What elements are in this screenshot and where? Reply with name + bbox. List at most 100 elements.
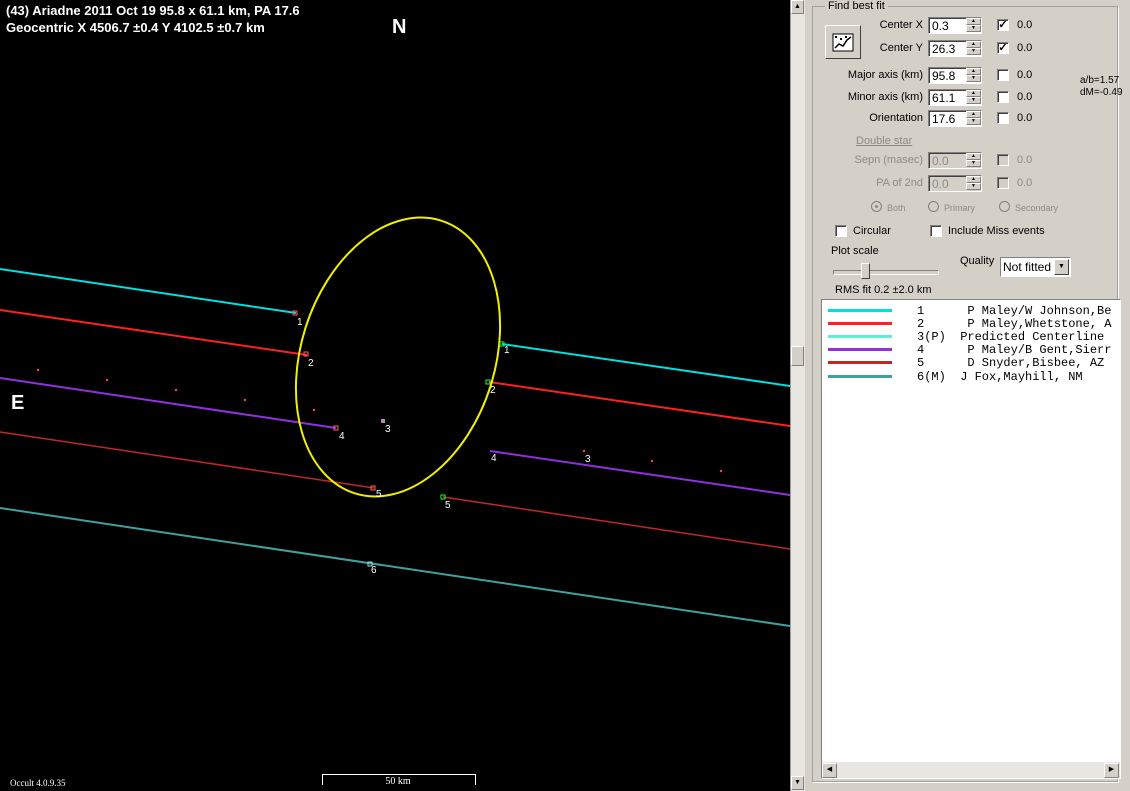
major-axis-label: Major axis (km) <box>847 69 923 81</box>
pa2-checkbox[interactable] <box>997 177 1009 189</box>
radio-secondary[interactable] <box>999 201 1010 212</box>
svg-text:5: 5 <box>445 500 451 511</box>
minor-axis-label: Minor axis (km) <box>847 91 923 103</box>
observer-list[interactable]: 1 P Maley/W Johnson,Be 2 P Maley,Whetsto… <box>821 299 1121 779</box>
occultation-plot[interactable]: 1 2 4 5 1 2 4 5 3 3 6 (43) Ariadne 2011 … <box>0 0 790 791</box>
version-label: Occult 4.0.9.35 <box>10 778 66 788</box>
minor-axis-checkbox[interactable] <box>997 91 1009 103</box>
line-swatch <box>828 322 892 325</box>
scroll-down-icon[interactable]: ▼ <box>791 776 804 790</box>
center-y-input[interactable]: 26.3 ▲ ▼ <box>928 40 982 57</box>
radio-primary[interactable] <box>928 201 939 212</box>
list-item[interactable]: 5 D Snyder,Bisbee, AZ <box>822 356 1120 370</box>
group-title: Find best fit <box>825 0 888 12</box>
svg-text:4: 4 <box>339 431 345 442</box>
quality-label: Quality <box>960 255 995 267</box>
sepn-input[interactable]: 0.0 ▲ ▼ <box>928 152 982 169</box>
list-item[interactable]: 3(P) Predicted Centerline <box>822 330 1120 344</box>
center-y-checkbox[interactable]: ✓ <box>997 42 1009 54</box>
scroll-right-icon[interactable]: ▶ <box>1104 763 1119 778</box>
scroll-up-icon[interactable]: ▲ <box>791 0 804 14</box>
scale-bar-label: 50 km <box>385 776 411 787</box>
center-y-offset: 0.0 <box>1017 42 1033 54</box>
spin-icon[interactable]: ▲ ▼ <box>966 153 981 168</box>
find-fit-button[interactable] <box>825 25 861 59</box>
scroll-thumb[interactable] <box>791 346 804 366</box>
sepn-checkbox[interactable] <box>997 154 1009 166</box>
list-item[interactable]: 4 P Maley/B Gent,Sierr <box>822 343 1120 357</box>
center-x-input[interactable]: 0.3 ▲ ▼ <box>928 17 982 34</box>
svg-text:2: 2 <box>308 358 314 369</box>
major-axis-offset: 0.0 <box>1017 69 1033 81</box>
minor-axis-offset: 0.0 <box>1017 91 1033 103</box>
svg-text:5: 5 <box>376 489 382 500</box>
ab-ratio: a/b=1.57 <box>1080 75 1120 86</box>
circular-checkbox[interactable] <box>835 225 847 237</box>
chord-4-west <box>0 377 337 429</box>
plot-scale-track[interactable] <box>833 270 939 275</box>
center-x-checkbox[interactable]: ✓ <box>997 19 1009 31</box>
center-y-label: Center Y <box>879 42 923 54</box>
chevron-down-icon[interactable]: ▼ <box>1054 259 1069 275</box>
line-swatch <box>828 361 892 364</box>
center-marker <box>381 419 385 423</box>
double-star-link[interactable]: Double star <box>856 135 912 147</box>
sepn-label: Sepn (masec) <box>854 154 923 166</box>
orientation-checkbox[interactable] <box>997 112 1009 124</box>
major-axis-checkbox[interactable] <box>997 69 1009 81</box>
major-axis-input[interactable]: 95.8 ▲ ▼ <box>928 67 982 84</box>
list-item[interactable]: 2 P Maley,Whetstone, A <box>822 317 1120 331</box>
predicted-centerline-dots <box>36 368 723 473</box>
chord-2-east <box>488 381 790 427</box>
find-best-fit-group: Find best fit Center X 0.3 ▲ ▼ ✓ 0.0 Cente… <box>812 0 1123 782</box>
chord-number-labels: 1 2 4 5 1 2 4 5 3 3 6 <box>297 317 591 576</box>
asteroid-profile-ellipse <box>294 216 502 498</box>
scroll-left-icon[interactable]: ◀ <box>822 763 837 778</box>
pa2-label: PA of 2nd <box>876 177 923 189</box>
radio-both-label: Both <box>887 203 906 213</box>
spin-icon[interactable]: ▲ ▼ <box>966 111 981 126</box>
chord-1-east <box>501 343 790 387</box>
spin-icon[interactable]: ▲ ▼ <box>966 18 981 33</box>
north-label: N <box>392 16 407 38</box>
fit-panel: Find best fit Center X 0.3 ▲ ▼ ✓ 0.0 Cente… <box>806 0 1130 791</box>
svg-text:4: 4 <box>491 453 497 464</box>
spin-icon[interactable]: ▲ ▼ <box>966 90 981 105</box>
list-item[interactable]: 1 P Maley/W Johnson,Be <box>822 304 1120 318</box>
chord-4-east <box>489 450 790 496</box>
svg-text:1: 1 <box>297 317 303 328</box>
fit-chart-icon <box>832 33 854 52</box>
pa2-offset: 0.0 <box>1017 177 1033 189</box>
center-x-label: Center X <box>879 19 923 31</box>
minor-axis-input[interactable]: 61.1 ▲ ▼ <box>928 89 982 106</box>
line-swatch <box>828 375 892 378</box>
plot-title: (43) Ariadne 2011 Oct 19 95.8 x 61.1 km,… <box>6 3 300 18</box>
chord-end-markers <box>292 310 505 567</box>
delta-magnitude: dM=-0.49 <box>1080 87 1123 98</box>
spin-icon[interactable]: ▲ ▼ <box>966 68 981 83</box>
east-label: E <box>11 392 25 414</box>
svg-text:2: 2 <box>490 385 496 396</box>
include-miss-checkbox[interactable] <box>930 225 942 237</box>
plot-scale-thumb[interactable] <box>861 263 870 279</box>
radio-primary-label: Primary <box>944 203 975 213</box>
orientation-label: Orientation <box>869 112 923 124</box>
chord-1-west <box>0 268 297 314</box>
radio-secondary-label: Secondary <box>1015 203 1059 213</box>
radio-both[interactable] <box>871 201 882 212</box>
orientation-input[interactable]: 17.6 ▲ ▼ <box>928 110 982 127</box>
svg-text:1: 1 <box>504 345 510 356</box>
plot-vertical-scrollbar[interactable]: ▲ ▼ <box>790 0 805 791</box>
spin-icon[interactable]: ▲ ▼ <box>966 176 981 191</box>
spin-icon[interactable]: ▲ ▼ <box>966 41 981 56</box>
list-item[interactable]: 6(M) J Fox,Mayhill, NM <box>822 370 1120 384</box>
plot-canvas: 1 2 4 5 1 2 4 5 3 3 6 <box>0 216 790 627</box>
center-x-offset: 0.0 <box>1017 19 1033 31</box>
list-horizontal-scrollbar[interactable]: ◀ ▶ <box>822 762 1120 778</box>
include-miss-label: Include Miss events <box>948 225 1045 237</box>
svg-text:3: 3 <box>385 424 391 435</box>
quality-dropdown[interactable]: Not fitted ▼ <box>1000 257 1071 277</box>
line-swatch <box>828 309 892 312</box>
line-swatch <box>828 348 892 351</box>
pa2-input[interactable]: 0.0 ▲ ▼ <box>928 175 982 192</box>
